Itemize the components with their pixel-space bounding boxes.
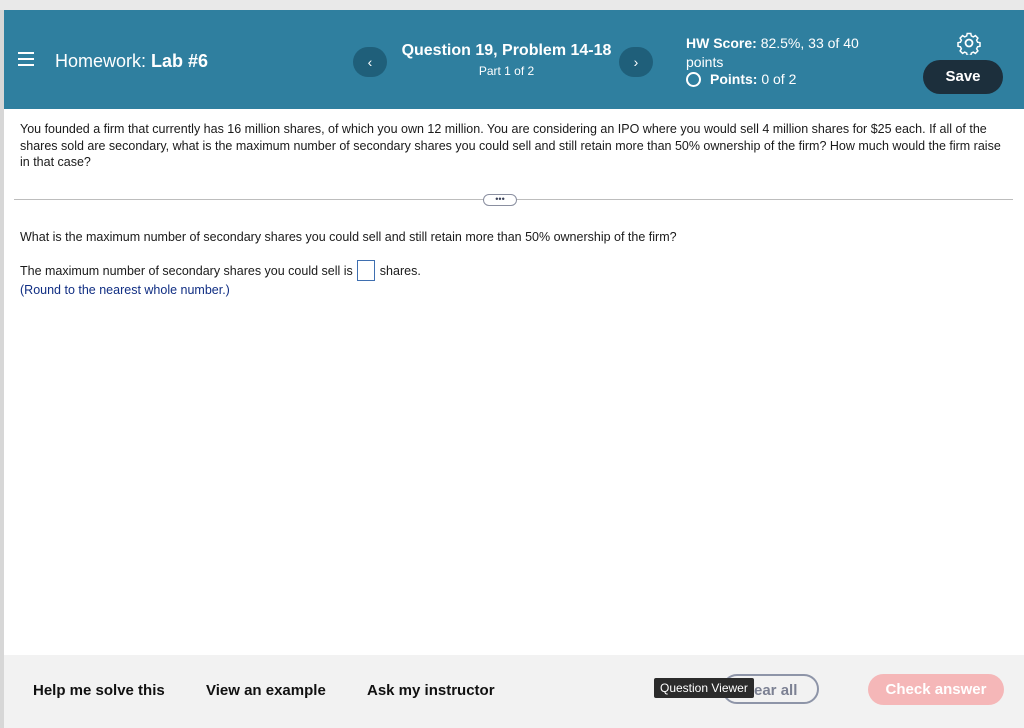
gear-icon[interactable]: [957, 31, 981, 55]
question-prompt: What is the maximum number of secondary …: [20, 230, 677, 244]
question-viewer-tooltip: Question Viewer: [654, 678, 754, 698]
points-value: 0 of 2: [761, 71, 797, 87]
chevron-right-icon: ›: [633, 54, 639, 70]
answer-line: The maximum number of secondary shares y…: [20, 260, 421, 281]
hw-score-value: 82.5%, 33 of 40: [760, 35, 859, 51]
points-status: Points: 0 of 2: [686, 71, 796, 87]
answer-prefix: The maximum number of secondary shares y…: [20, 263, 353, 278]
chevron-left-icon: ‹: [367, 54, 373, 70]
problem-statement: You founded a firm that currently has 16…: [20, 122, 1001, 169]
rounding-instruction: (Round to the nearest whole number.): [20, 283, 230, 297]
homework-name: Lab #6: [151, 51, 209, 71]
help-me-solve-button[interactable]: Help me solve this: [33, 682, 165, 699]
hw-score-label: HW Score:: [686, 35, 757, 51]
next-question-button[interactable]: ›: [619, 47, 653, 77]
menu-icon[interactable]: [18, 52, 34, 66]
browser-top-strip: [0, 0, 1024, 10]
answer-suffix: shares.: [379, 263, 421, 278]
save-button[interactable]: Save: [923, 60, 1003, 94]
points-label: Points:: [710, 71, 758, 87]
question-footer: Help me solve this View an example Ask m…: [4, 655, 1024, 728]
expand-more-button[interactable]: •••: [483, 194, 517, 206]
ask-instructor-button[interactable]: Ask my instructor: [367, 682, 495, 699]
answer-input[interactable]: [356, 260, 375, 281]
homework-prefix: Homework:: [55, 51, 147, 71]
homework-window: Homework: Lab #6 ‹ Question 19, Problem …: [4, 10, 1024, 728]
homework-title: Homework: Lab #6: [55, 51, 208, 72]
homework-score: HW Score: 82.5%, 33 of 40 points: [686, 34, 886, 72]
view-example-button[interactable]: View an example: [206, 682, 326, 699]
homework-header: Homework: Lab #6 ‹ Question 19, Problem …: [4, 10, 1024, 109]
question-part: Part 1 of 2: [478, 64, 535, 78]
points-circle-icon: [686, 71, 701, 87]
check-answer-button[interactable]: Check answer: [868, 674, 1004, 705]
hw-score-unit: points: [686, 54, 724, 70]
question-title: Question 19, Problem 14-18: [401, 42, 612, 59]
